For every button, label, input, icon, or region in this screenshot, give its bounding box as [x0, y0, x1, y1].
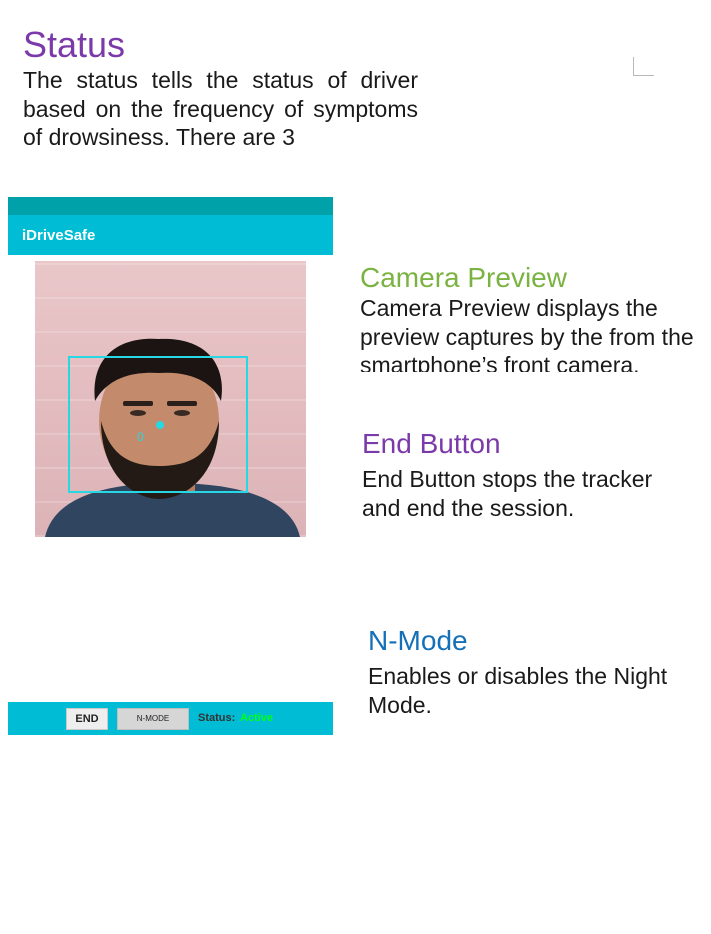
end-button[interactable]: END [66, 708, 108, 730]
camera-preview-description: Camera Preview displays the preview capt… [360, 295, 694, 372]
bottom-action-bar: END N-MODE Status: Active [8, 702, 333, 735]
face-id-label: 0 [137, 430, 144, 444]
end-button-description: End Button stops the tracker and end the… [362, 466, 653, 521]
camera-preview: 0 [35, 261, 306, 537]
app-title: iDriveSafe [22, 227, 96, 244]
status-description: The status tells the status of driver ba… [23, 67, 418, 150]
n-mode-button[interactable]: N-MODE [117, 708, 189, 730]
landmark-dot [156, 421, 164, 429]
page-corner-mark [633, 57, 654, 76]
n-mode-heading: N-Mode [368, 625, 468, 656]
app-status-bar [8, 197, 333, 215]
status-value: Active [240, 712, 274, 724]
end-button-heading: End Button [362, 428, 501, 459]
status-label: Status: [198, 712, 236, 724]
app-toolbar: iDriveSafe [8, 215, 333, 255]
camera-preview-heading: Camera Preview [360, 262, 567, 293]
n-mode-description: Enables or disables the Night Mode. [368, 663, 668, 714]
status-heading: Status [23, 24, 126, 65]
